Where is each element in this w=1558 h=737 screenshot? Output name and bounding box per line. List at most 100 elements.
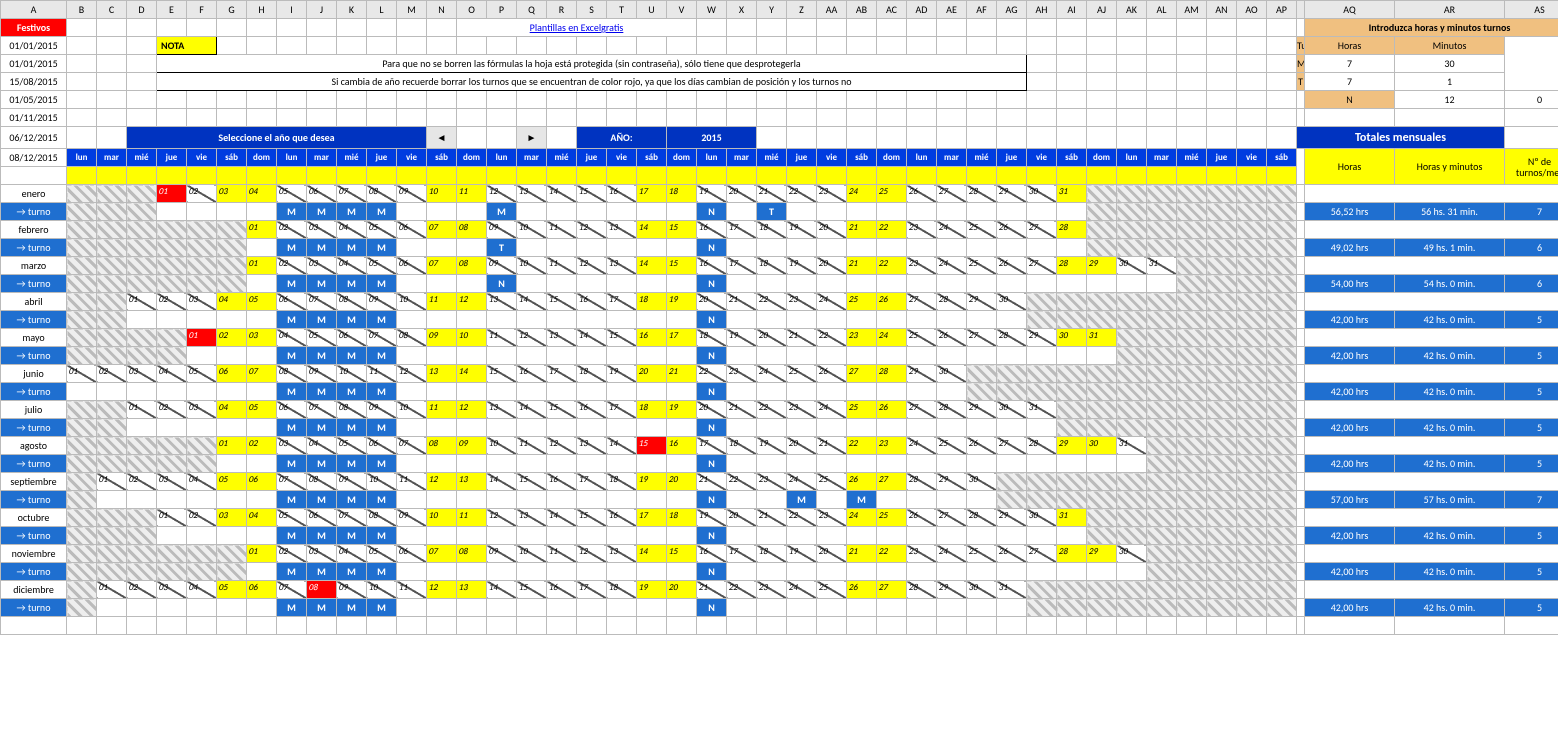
day-cell[interactable]: 04 [187,473,217,491]
shift-cell[interactable]: M [307,599,337,617]
turno-minutes[interactable]: 30 [1395,55,1505,73]
day-cell[interactable]: 08 [307,581,337,599]
cell[interactable] [1395,617,1505,635]
shift-cell[interactable] [937,491,967,509]
shift-cell[interactable] [607,347,637,365]
shift-cell[interactable] [847,527,877,545]
shift-cell[interactable] [157,419,187,437]
shift-cell[interactable] [637,311,667,329]
day-cell[interactable]: 29 [1027,329,1057,347]
shift-cell[interactable] [1027,527,1057,545]
cell[interactable] [487,91,517,109]
cell[interactable] [937,617,967,635]
day-cell[interactable]: 14 [547,509,577,527]
shift-cell[interactable] [1027,275,1057,293]
festivo-date[interactable]: 08/12/2015 [1,149,67,167]
shift-cell[interactable] [247,455,277,473]
cell[interactable] [607,109,637,127]
shift-cell[interactable] [907,203,937,221]
day-cell[interactable]: 01 [97,473,127,491]
cell[interactable] [1117,617,1147,635]
cell[interactable] [1117,91,1147,109]
cell[interactable] [157,19,187,37]
day-cell[interactable]: 24 [907,437,937,455]
day-cell[interactable]: 13 [607,545,637,563]
cell[interactable] [1117,37,1147,55]
day-cell[interactable]: 02 [277,257,307,275]
day-cell[interactable]: 12 [427,581,457,599]
cell[interactable] [967,37,997,55]
day-cell[interactable]: 27 [877,473,907,491]
day-cell[interactable]: 26 [817,365,847,383]
cell[interactable] [127,617,157,635]
shift-cell[interactable] [577,383,607,401]
shift-cell[interactable] [1087,275,1117,293]
shift-cell[interactable] [787,383,817,401]
cell[interactable] [1087,37,1117,55]
cell[interactable] [967,617,997,635]
cell[interactable] [157,91,187,109]
shift-cell[interactable] [907,419,937,437]
cell[interactable] [637,91,667,109]
shift-cell[interactable] [757,311,787,329]
cell[interactable] [427,37,457,55]
shift-cell[interactable] [157,311,187,329]
shift-cell[interactable] [637,383,667,401]
shift-cell[interactable] [637,275,667,293]
day-cell[interactable]: 20 [697,401,727,419]
day-cell[interactable]: 23 [757,473,787,491]
day-cell[interactable]: 01 [157,185,187,203]
day-cell[interactable]: 14 [457,365,487,383]
shift-cell[interactable] [997,311,1027,329]
day-cell[interactable]: 06 [277,401,307,419]
day-cell[interactable]: 13 [487,401,517,419]
shift-cell[interactable] [997,527,1027,545]
cell[interactable] [1147,37,1177,55]
day-cell[interactable]: 08 [307,473,337,491]
cell[interactable] [1027,109,1057,127]
day-cell[interactable]: 07 [337,185,367,203]
cell[interactable] [697,91,727,109]
cell[interactable] [97,37,127,55]
shift-cell[interactable]: M [277,455,307,473]
shift-cell[interactable]: M [847,491,877,509]
shift-cell[interactable] [667,239,697,257]
day-cell[interactable]: 11 [367,365,397,383]
day-cell[interactable]: 27 [1027,257,1057,275]
shift-cell[interactable]: N [697,347,727,365]
shift-cell[interactable] [427,311,457,329]
shift-cell[interactable] [667,491,697,509]
cell[interactable] [1305,617,1395,635]
day-cell[interactable]: 08 [427,437,457,455]
cell[interactable] [1177,127,1207,149]
day-cell[interactable]: 09 [487,257,517,275]
shift-cell[interactable] [547,491,577,509]
shift-cell[interactable] [457,527,487,545]
day-cell[interactable]: 07 [247,365,277,383]
day-cell[interactable]: 03 [217,509,247,527]
shift-cell[interactable] [517,383,547,401]
shift-cell[interactable] [457,275,487,293]
shift-cell[interactable] [937,563,967,581]
shift-cell[interactable]: N [697,383,727,401]
cell[interactable] [1147,617,1177,635]
day-cell[interactable]: 18 [637,293,667,311]
day-cell[interactable]: 21 [847,221,877,239]
shift-cell[interactable]: M [277,599,307,617]
cell[interactable] [1395,109,1505,127]
cell[interactable] [157,617,187,635]
shift-cell[interactable] [877,275,907,293]
shift-cell[interactable] [547,347,577,365]
day-cell[interactable]: 01 [67,365,97,383]
cell[interactable] [967,127,997,149]
day-cell[interactable]: 01 [247,257,277,275]
shift-cell[interactable]: M [367,347,397,365]
shift-cell[interactable] [457,347,487,365]
day-cell[interactable]: 22 [847,437,877,455]
shift-cell[interactable] [487,347,517,365]
day-cell[interactable]: 19 [637,473,667,491]
shift-cell[interactable] [637,347,667,365]
shift-cell[interactable] [397,347,427,365]
shift-cell[interactable] [787,203,817,221]
day-cell[interactable]: 23 [907,257,937,275]
